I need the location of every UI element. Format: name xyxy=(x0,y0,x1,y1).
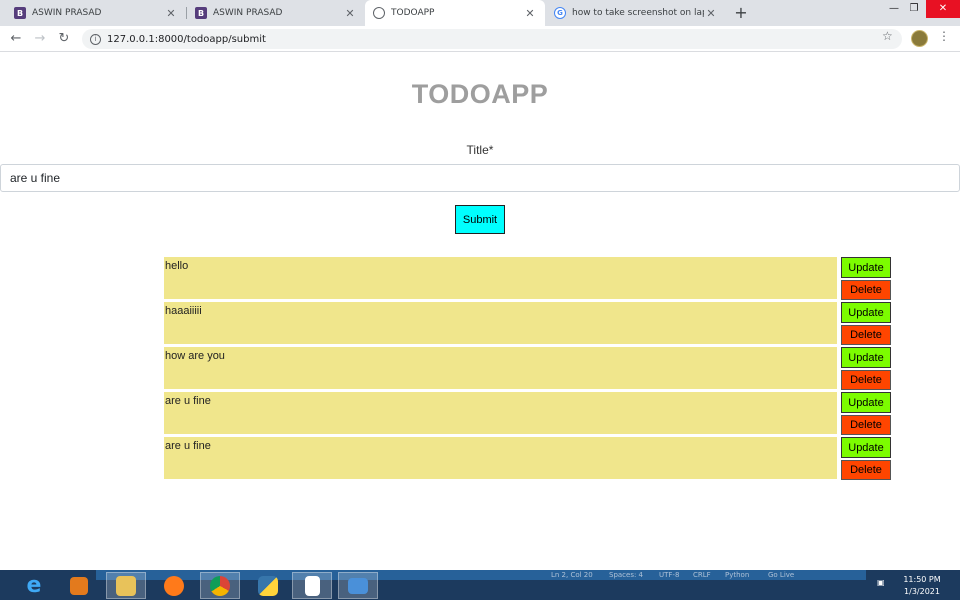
todo-item: are u fine Update Delete xyxy=(164,437,894,482)
tab-aswin-prasad-2[interactable]: B ASWIN PRASAD ✕ xyxy=(187,0,365,26)
update-button[interactable]: Update xyxy=(841,302,891,323)
update-button[interactable]: Update xyxy=(841,392,891,413)
todo-list: hello Update Delete haaaiiiii Update Del… xyxy=(164,257,894,482)
tab-strip: B ASWIN PRASAD ✕ B ASWIN PRASAD ✕ TODOAP… xyxy=(0,0,960,26)
delete-button[interactable]: Delete xyxy=(841,280,891,300)
firefox-icon[interactable] xyxy=(154,572,194,599)
todo-item: haaaiiiii Update Delete xyxy=(164,302,894,347)
chrome-icon[interactable] xyxy=(200,572,240,599)
title-input[interactable] xyxy=(0,164,960,192)
menu-kebab-icon[interactable]: ⋮ xyxy=(938,29,950,43)
encoding: UTF-8 xyxy=(659,571,680,579)
bookmark-star-icon[interactable]: ☆ xyxy=(882,29,893,43)
page-title: TODOAPP xyxy=(411,79,549,109)
new-tab-button[interactable]: + xyxy=(731,2,751,24)
tab-google-search[interactable]: G how to take screenshot on lapto ✕ xyxy=(546,0,726,26)
close-icon[interactable]: ✕ xyxy=(343,7,357,20)
tab-label: ASWIN PRASAD xyxy=(32,8,102,18)
todo-item: are u fine Update Delete xyxy=(164,392,894,437)
back-arrow-icon[interactable]: ← xyxy=(6,29,26,49)
tab-label: ASWIN PRASAD xyxy=(213,8,283,18)
delete-button[interactable]: Delete xyxy=(841,325,891,345)
media-player-icon[interactable] xyxy=(59,572,99,599)
address-bar[interactable]: i 127.0.0.1:8000/todoapp/submit xyxy=(82,29,902,49)
google-icon: G xyxy=(554,7,566,19)
notepad-icon[interactable] xyxy=(292,572,332,599)
go-live: Go Live xyxy=(768,571,795,579)
todo-item: hello Update Delete xyxy=(164,257,894,302)
windows-taskbar: Ln 2, Col 20 Spaces: 4 UTF-8 CRLF Python… xyxy=(0,570,960,600)
python-icon[interactable] xyxy=(248,572,288,599)
todo-text: hello xyxy=(164,257,837,299)
system-clock[interactable]: 11:50 PM 1/3/2021 xyxy=(888,574,956,598)
profile-avatar[interactable] xyxy=(911,30,928,47)
language-mode: Python xyxy=(725,571,750,579)
internet-explorer-icon[interactable]: e xyxy=(14,572,54,599)
notification-icon[interactable]: ▣ xyxy=(877,578,885,608)
line-ending: CRLF xyxy=(693,571,711,579)
update-button[interactable]: Update xyxy=(841,257,891,278)
update-button[interactable]: Update xyxy=(841,437,891,458)
update-button[interactable]: Update xyxy=(841,347,891,368)
delete-button[interactable]: Delete xyxy=(841,370,891,390)
browser-toolbar: ← → ↻ i 127.0.0.1:8000/todoapp/submit xyxy=(0,26,960,52)
url-text: 127.0.0.1:8000/todoapp/submit xyxy=(107,33,266,45)
window-close-icon[interactable]: ✕ xyxy=(926,0,960,18)
delete-button[interactable]: Delete xyxy=(841,460,891,480)
reload-icon[interactable]: ↻ xyxy=(54,29,74,49)
bootstrap-icon: B xyxy=(14,7,26,19)
todo-text: are u fine xyxy=(164,392,837,434)
todo-text: how are you xyxy=(164,347,837,389)
close-icon[interactable]: ✕ xyxy=(164,7,178,20)
tab-aswin-prasad-1[interactable]: B ASWIN PRASAD ✕ xyxy=(6,0,186,26)
todo-page: TODOAPP Title* Submit hello Update Delet… xyxy=(0,53,960,570)
tab-label: TODOAPP xyxy=(391,8,435,18)
delete-button[interactable]: Delete xyxy=(841,415,891,435)
forward-arrow-icon[interactable]: → xyxy=(30,29,50,49)
restore-icon[interactable]: ❐ xyxy=(900,0,928,18)
tab-label: how to take screenshot on lapto xyxy=(572,8,704,18)
title-field-label: Title* xyxy=(466,143,494,157)
globe-icon xyxy=(373,7,385,19)
submit-button[interactable]: Submit xyxy=(455,205,505,234)
remote-desktop-icon[interactable] xyxy=(338,572,378,599)
clock-time: 11:50 PM xyxy=(903,575,941,584)
todo-text: are u fine xyxy=(164,437,837,479)
bootstrap-icon: B xyxy=(195,7,207,19)
file-explorer-icon[interactable] xyxy=(106,572,146,599)
todo-item: how are you Update Delete xyxy=(164,347,894,392)
indent-setting: Spaces: 4 xyxy=(609,571,644,579)
cursor-position: Ln 2, Col 20 xyxy=(551,571,593,579)
todo-text: haaaiiiii xyxy=(164,302,837,344)
clock-date: 1/3/2021 xyxy=(904,587,940,596)
tab-todoapp[interactable]: TODOAPP ✕ xyxy=(365,0,545,26)
site-info-icon[interactable]: i xyxy=(90,33,101,45)
close-icon[interactable]: ✕ xyxy=(523,7,537,20)
close-icon[interactable]: ✕ xyxy=(704,7,718,20)
